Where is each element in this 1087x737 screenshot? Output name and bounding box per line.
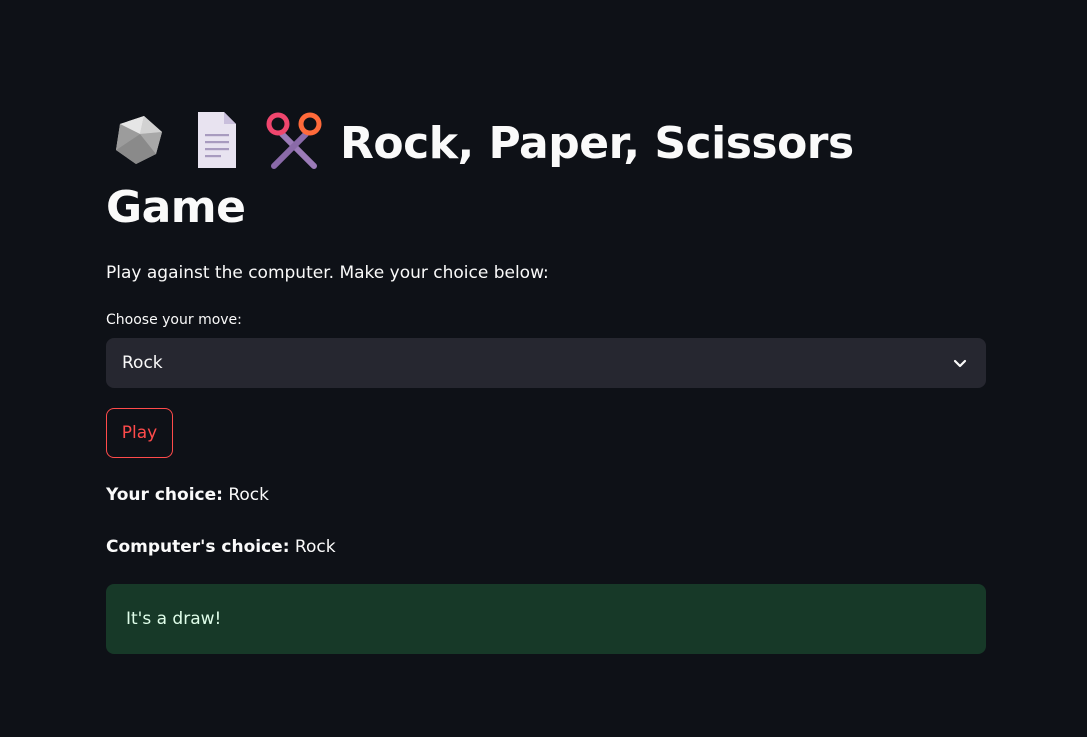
move-select[interactable]: Rock [106, 338, 986, 388]
computer-choice-label: Computer's choice: [106, 537, 290, 557]
rock-icon [106, 110, 170, 170]
page-title: Rock, Paper, Scissors Game [106, 110, 886, 240]
outcome-alert: It's a draw! [106, 584, 986, 654]
computer-choice-value: Rock [294, 537, 336, 557]
main-content: Rock, Paper, Scissors Game Play against … [106, 110, 986, 654]
app-container: Rock, Paper, Scissors Game Play against … [0, 0, 1087, 737]
move-select-value: Rock [122, 353, 163, 373]
computer-choice-line: Computer's choice: Rock [106, 534, 986, 560]
play-button[interactable]: Play [106, 408, 173, 458]
chevron-down-icon[interactable] [952, 355, 968, 371]
your-choice-line: Your choice: Rock [106, 482, 986, 508]
your-choice-value: Rock [228, 485, 269, 505]
scissors-icon [262, 110, 326, 170]
your-choice-label: Your choice: [106, 485, 223, 505]
intro-text: Play against the computer. Make your cho… [106, 263, 549, 283]
page-icon [184, 110, 248, 170]
move-select-label: Choose your move: [106, 312, 242, 328]
outcome-message: It's a draw! [126, 609, 222, 629]
